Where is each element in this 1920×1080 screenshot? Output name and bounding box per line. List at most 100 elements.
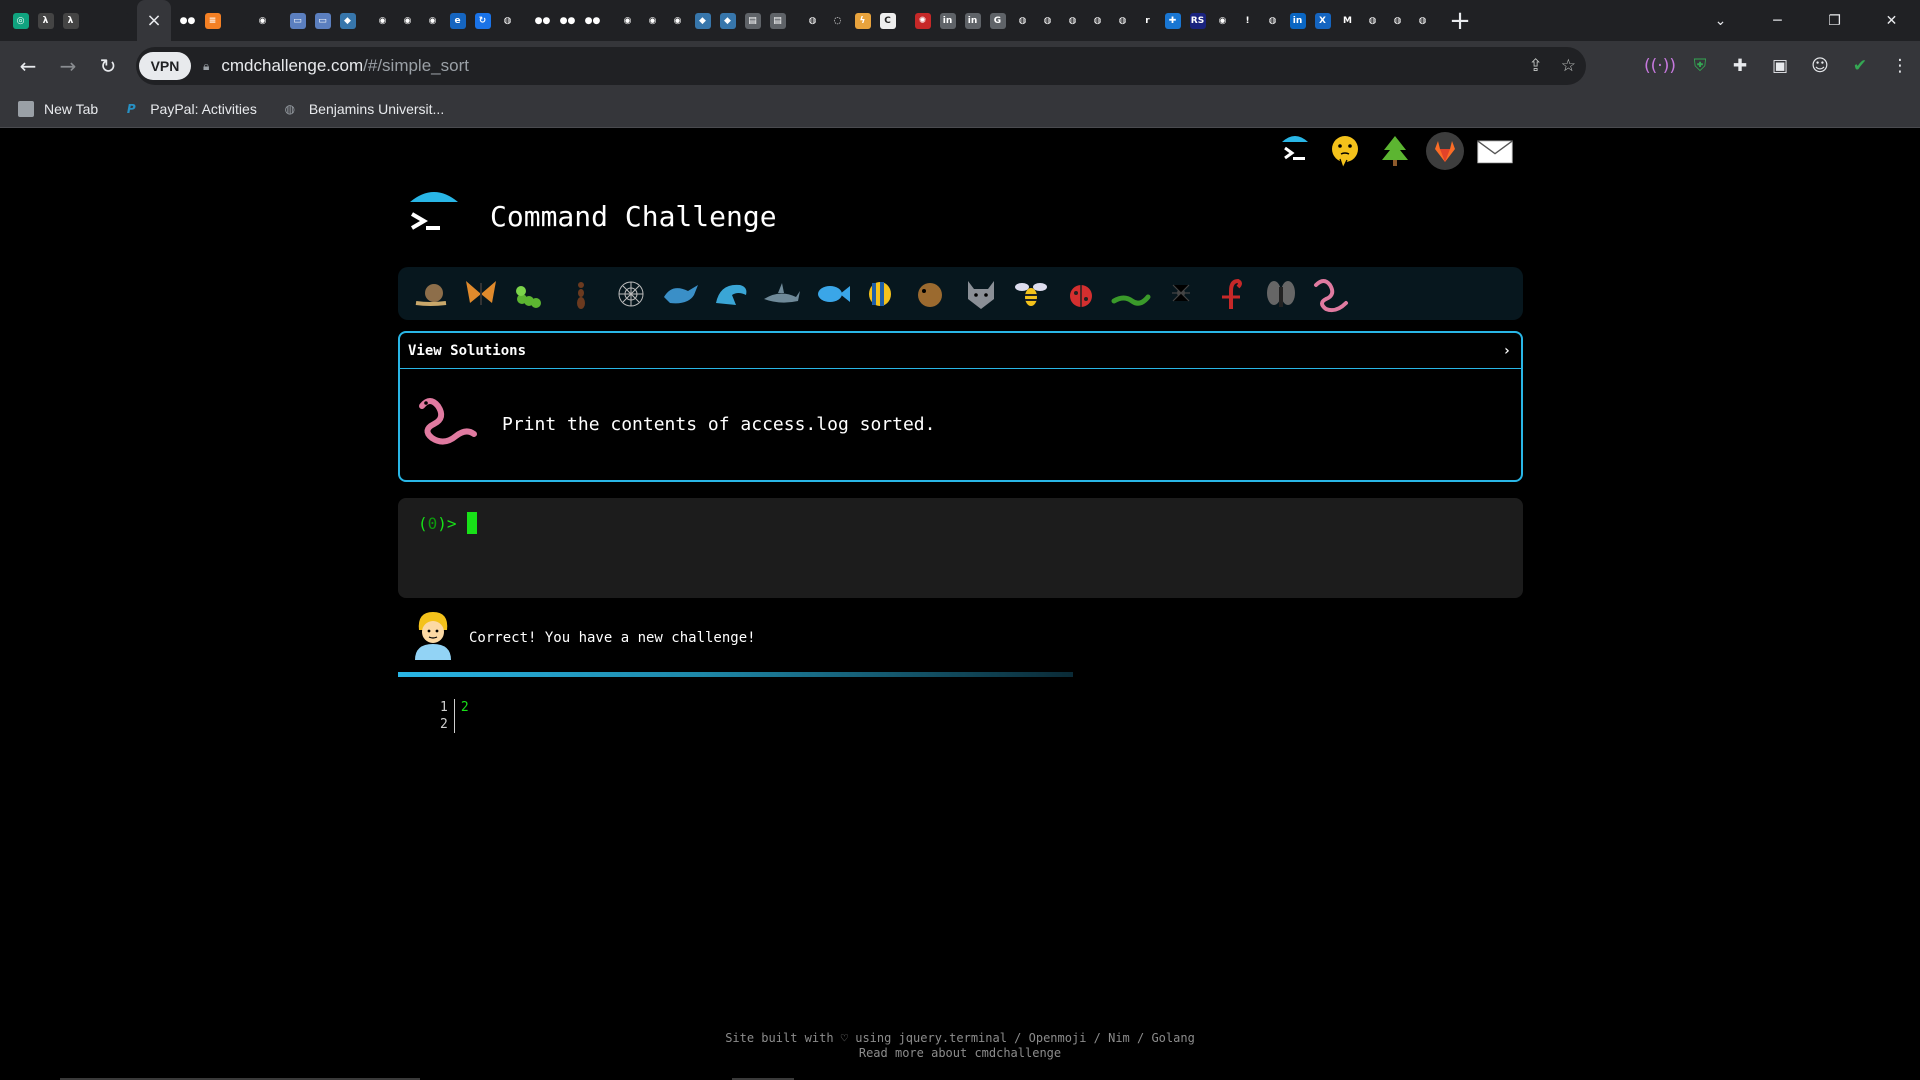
back-button[interactable]: ← xyxy=(8,46,48,86)
tab-search-icon[interactable]: ⌄ xyxy=(1692,0,1749,41)
tab-globe-f[interactable]: ◍ xyxy=(1085,0,1110,41)
tab-globe-g[interactable]: ◍ xyxy=(1110,0,1135,41)
restore-button[interactable]: ❐ xyxy=(1806,0,1863,41)
tab-printer-b[interactable]: ▤ xyxy=(765,0,790,41)
tab-globe-j[interactable]: ◍ xyxy=(1385,0,1410,41)
tab-globe-h[interactable]: ◍ xyxy=(1260,0,1285,41)
tab-linkedin-c[interactable]: in xyxy=(1285,0,1310,41)
fly-icon[interactable] xyxy=(1260,273,1302,315)
tab-e-icon[interactable]: e xyxy=(445,0,470,41)
broadcast-extension-icon[interactable]: ((·)) xyxy=(1640,46,1680,86)
tab-medium-c[interactable]: ●● xyxy=(555,0,580,41)
close-tab-icon[interactable]: × xyxy=(146,10,161,31)
tree-icon[interactable] xyxy=(1376,132,1414,170)
wolf-icon[interactable] xyxy=(960,273,1002,315)
new-tab-button[interactable]: + xyxy=(1443,4,1477,38)
tab-python-a[interactable]: ◆ xyxy=(335,0,360,41)
tab-g-icon[interactable]: G xyxy=(985,0,1010,41)
tab-chatgpt[interactable]: ◎ xyxy=(8,0,33,41)
tab-linkedin-a[interactable]: in xyxy=(935,0,960,41)
lock-icon[interactable]: 🔒︎ xyxy=(203,59,209,74)
bookmark-star-icon[interactable]: ☆ xyxy=(1561,56,1576,76)
thinking-face-icon[interactable] xyxy=(1326,132,1364,170)
terminal-icon[interactable] xyxy=(1276,132,1314,170)
tab-x-icon[interactable]: X xyxy=(1310,0,1335,41)
tab-loading-a[interactable]: ◌ xyxy=(825,0,850,41)
reload-button[interactable]: ↻ xyxy=(88,46,128,86)
tab-bolt[interactable]: ϟ xyxy=(850,0,875,41)
bookmark-paypal[interactable]: P PayPal: Activities xyxy=(122,100,257,118)
mail-icon[interactable] xyxy=(1476,132,1514,170)
ladybug-icon[interactable] xyxy=(1060,273,1102,315)
tab-medium-a[interactable]: ●● xyxy=(175,0,200,41)
tab-rs-icon[interactable]: RS xyxy=(1185,0,1210,41)
minimize-button[interactable]: ─ xyxy=(1749,0,1806,41)
blowfish-icon[interactable] xyxy=(910,273,952,315)
vpn-badge[interactable]: VPN xyxy=(139,52,191,80)
tab-github-h[interactable]: ◉ xyxy=(1210,0,1235,41)
terminal-input[interactable]: (0)> xyxy=(398,498,1523,598)
tab-github-d[interactable]: ◉ xyxy=(420,0,445,41)
tab-linkedin-b[interactable]: in xyxy=(960,0,985,41)
side-panel-icon[interactable]: ▣ xyxy=(1760,46,1800,86)
bookmark-new-tab[interactable]: New Tab xyxy=(18,101,98,117)
bee-icon[interactable] xyxy=(1010,273,1052,315)
tab-python-c[interactable]: ◆ xyxy=(715,0,740,41)
fish-icon[interactable] xyxy=(810,273,852,315)
tab-printer-a[interactable]: ▤ xyxy=(740,0,765,41)
tab-globe-e[interactable]: ◍ xyxy=(1060,0,1085,41)
tab-github-b[interactable]: ◉ xyxy=(370,0,395,41)
tab-globe-c[interactable]: ◍ xyxy=(1010,0,1035,41)
view-solutions-toggle[interactable]: View Solutions › xyxy=(400,333,1521,369)
tab-refresh-blue[interactable]: ↻ xyxy=(470,0,495,41)
tab-book-a[interactable]: ▭ xyxy=(285,0,310,41)
url-text[interactable]: cmdchallenge.com/#/simple_sort xyxy=(221,56,469,76)
tab-lambda-a[interactable]: λ xyxy=(33,0,58,41)
tab-red-icon[interactable]: ✺ xyxy=(910,0,935,41)
caterpillar-icon[interactable] xyxy=(510,273,552,315)
menu-icon[interactable]: ⋮ xyxy=(1880,46,1920,86)
gitlab-icon[interactable] xyxy=(1426,132,1464,170)
tab-blank-c[interactable] xyxy=(225,0,250,41)
tab-blank-b[interactable] xyxy=(108,0,133,41)
forward-button[interactable]: → xyxy=(48,46,88,86)
tab-blank-a[interactable] xyxy=(83,0,108,41)
tab-exclaim[interactable]: ! xyxy=(1235,0,1260,41)
logo-icon[interactable] xyxy=(408,188,460,245)
profile-icon[interactable]: ☺ xyxy=(1800,46,1840,86)
close-window-button[interactable]: ✕ xyxy=(1863,0,1920,41)
tab-medium-b[interactable]: ●● xyxy=(530,0,555,41)
footer-credits[interactable]: Site built with ♡ using jquery.terminal … xyxy=(0,1031,1920,1046)
tab-c-icon[interactable]: C xyxy=(875,0,900,41)
tab-globe-b[interactable]: ◍ xyxy=(800,0,825,41)
ant-icon[interactable] xyxy=(560,273,602,315)
tab-r-icon[interactable]: r xyxy=(1135,0,1160,41)
footer-read-more[interactable]: Read more about cmdchallenge xyxy=(0,1046,1920,1061)
tropical-fish-icon[interactable] xyxy=(860,273,902,315)
snail-icon[interactable] xyxy=(410,273,452,315)
worm-green-icon[interactable] xyxy=(1110,273,1152,315)
terminal-prompt[interactable]: (0)> xyxy=(418,512,477,534)
scorpion-icon[interactable] xyxy=(1210,273,1252,315)
tab-globe-d[interactable]: ◍ xyxy=(1035,0,1060,41)
whale-icon[interactable] xyxy=(660,273,702,315)
tab-github-g[interactable]: ◉ xyxy=(665,0,690,41)
shield-extension-icon[interactable]: ⛨ xyxy=(1680,46,1720,86)
dolphin-icon[interactable] xyxy=(710,273,752,315)
tab-gmail[interactable]: M xyxy=(1335,0,1360,41)
tab-github-c[interactable]: ◉ xyxy=(395,0,420,41)
spider-icon[interactable] xyxy=(1160,273,1202,315)
tab-active[interactable]: × xyxy=(137,0,171,41)
tab-stackoverflow[interactable]: ≡ xyxy=(200,0,225,41)
share-icon[interactable]: ⇪ xyxy=(1529,56,1543,76)
tab-globe-a[interactable]: ◍ xyxy=(495,0,520,41)
worm-pink-icon[interactable] xyxy=(1310,273,1352,315)
tab-github-f[interactable]: ◉ xyxy=(640,0,665,41)
address-bar[interactable]: VPN 🔒︎ cmdchallenge.com/#/simple_sort ⇪ … xyxy=(136,47,1586,85)
butterfly-icon[interactable] xyxy=(460,273,502,315)
shark-icon[interactable] xyxy=(760,273,802,315)
security-check-icon[interactable]: ✔ xyxy=(1840,46,1880,86)
tab-python-b[interactable]: ◆ xyxy=(690,0,715,41)
tab-github-a[interactable]: ◉ xyxy=(250,0,275,41)
tab-globe-i[interactable]: ◍ xyxy=(1360,0,1385,41)
